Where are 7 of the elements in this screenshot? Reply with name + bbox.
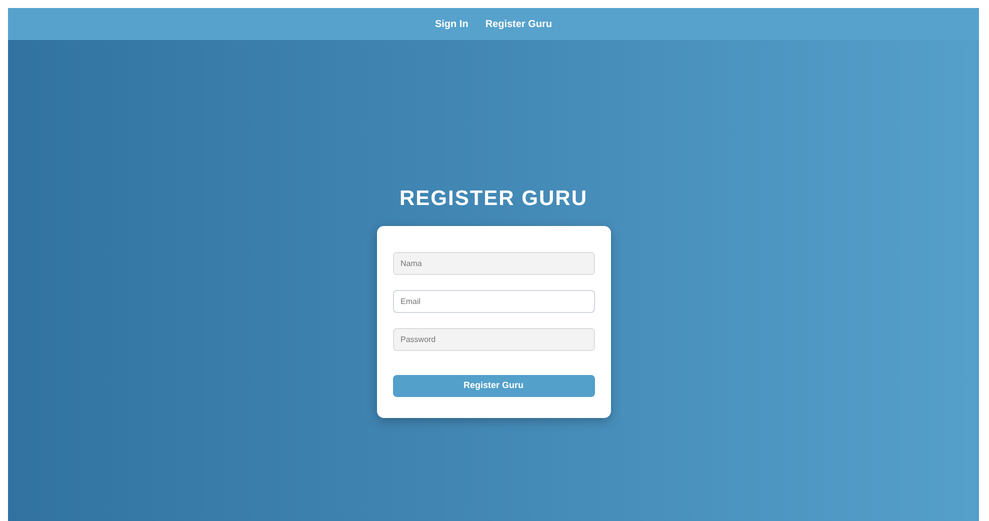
register-button[interactable]: Register Guru — [392, 375, 594, 398]
nav-link[interactable]: Register Guru — [485, 16, 552, 32]
nav-link[interactable]: Sign In — [434, 16, 468, 32]
input-field[interactable]: Password — [392, 328, 594, 352]
input-field[interactable]: Nama — [392, 252, 594, 276]
page-title: REGISTER GURU — [399, 186, 588, 212]
input-field[interactable]: Email — [392, 290, 594, 314]
